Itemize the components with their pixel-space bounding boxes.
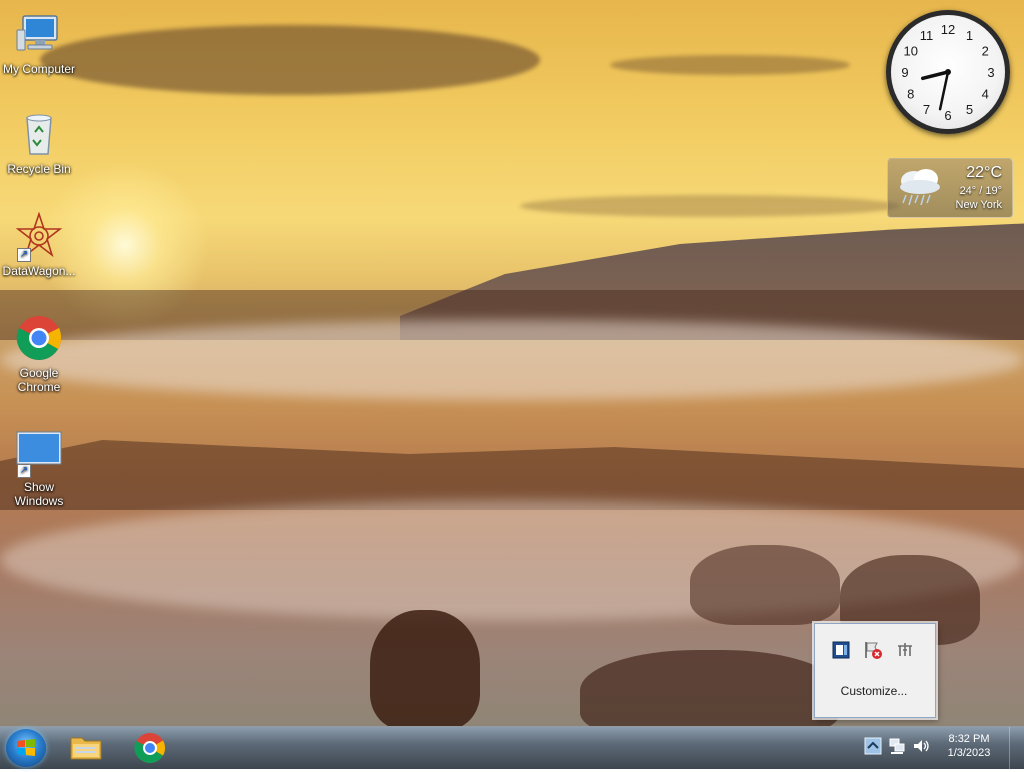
show-desktop-button[interactable] [1009,727,1024,769]
desktop-icon-label: My Computer [2,62,76,76]
desktop-icon-my-computer[interactable]: My Computer [1,10,77,76]
clock-numeral: 3 [987,65,994,80]
clock-numeral: 4 [982,87,989,102]
computer-icon [15,10,63,58]
clock-minute-hand [938,70,950,111]
notification-overflow-popup: Customize... [814,623,936,718]
show-hidden-icons-icon [864,737,882,755]
action-center-flag-icon[interactable] [863,640,883,660]
desktop-wallpaper [0,0,1024,726]
wallpaper-tree [370,610,480,726]
clock-numeral: 12 [941,22,955,37]
wallpaper-fog [0,320,1024,400]
taskbar-clock[interactable]: 8:32 PM 1/3/2023 [944,732,994,760]
clock-numeral: 7 [923,102,930,117]
weather-gadget[interactable]: 22°C 24° / 19° New York [887,158,1013,218]
desktop-icon-label: Recycle Bin [7,162,71,176]
desktop-icon-label: Google Chrome [17,366,61,394]
clock-numeral: 9 [901,65,908,80]
taskbar-file-explorer[interactable] [60,730,112,766]
weather-range: 24° / 19° [959,185,1002,197]
taskbar-chrome[interactable] [124,730,176,766]
weather-city: New York [955,199,1002,211]
clock-numeral: 1 [966,28,973,43]
desktop-icon-google-chrome[interactable]: Google Chrome [1,314,77,394]
desktop-icon-recycle-bin[interactable]: Recycle Bin [1,110,77,176]
taskbar-date: 1/3/2023 [947,747,991,759]
desktop-icon-label: Show Windows [14,480,64,508]
wallpaper-cloud [520,195,900,217]
clock-center-pin [945,69,951,75]
chrome-icon [15,314,63,362]
clock-numeral: 11 [920,28,934,43]
desktop-icon-datawagon[interactable]: ↗ DataWagon... [1,211,77,278]
clock-numeral: 6 [944,108,951,123]
taskbar-time: 8:32 PM [948,733,990,745]
chrome-icon [134,733,166,764]
windows-start-icon [17,739,35,756]
wallpaper-cloud [610,55,850,75]
clock-numeral: 10 [904,44,918,59]
shortcut-arrow-icon: ↗ [17,464,31,478]
datawagon-icon: ↗ [15,211,63,262]
wallpaper-cloud [40,25,540,95]
clock-face: 12 12 3 45678 9 1011 [901,22,994,123]
app-tray-icon[interactable] [831,640,851,660]
usb-device-icon[interactable] [895,640,915,660]
rain-cloud-icon [894,165,944,209]
volume-tray-button[interactable] [912,737,930,755]
desktop-icon-show-windows[interactable]: ↗ Show Windows [1,428,77,508]
show-hidden-icons-button[interactable] [864,737,882,755]
weather-temperature: 22°C [966,164,1002,181]
customize-link[interactable]: Customize... [815,684,933,698]
volume-icon [914,740,929,752]
network-icon [889,738,905,754]
shortcut-arrow-icon: ↗ [17,248,31,262]
clock-hour-hand [921,70,950,81]
clock-numeral: 2 [982,44,989,59]
clock-numeral: 5 [966,102,973,117]
network-tray-button[interactable] [888,737,906,755]
clock-numeral: 8 [907,87,914,102]
show-windows-icon: ↗ [15,428,63,478]
wallpaper-tree [690,545,840,625]
desktop-icon-label: DataWagon... [2,264,76,278]
recycle-bin-icon [15,110,63,158]
wallpaper-tree [580,650,840,726]
start-button[interactable] [6,729,46,767]
taskbar: 8:32 PM 1/3/2023 [0,726,1024,769]
file-explorer-icon [70,737,102,760]
clock-gadget[interactable]: 12 1 2 3 4 5 6 7 8 9 10 11 [886,10,1010,134]
